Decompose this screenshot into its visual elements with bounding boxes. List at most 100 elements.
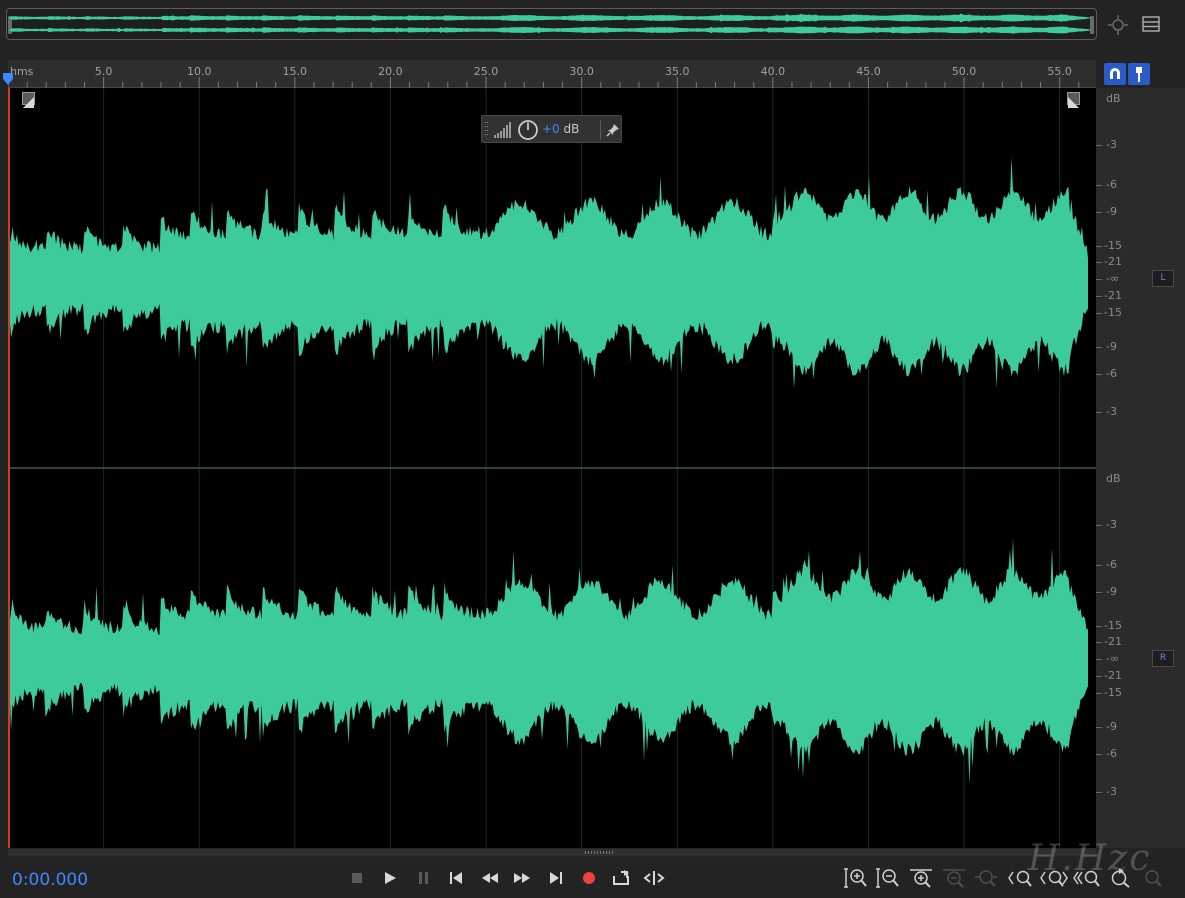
go-to-start-button[interactable] (443, 866, 469, 890)
play-button[interactable] (377, 866, 403, 890)
db-scale-label: -9 (1106, 205, 1117, 218)
zoom-in-time-icon[interactable] (907, 866, 935, 890)
skip-selection-icon (643, 871, 665, 885)
db-unit-label: dB (1106, 472, 1121, 485)
db-scale-label: -9 (1106, 340, 1117, 353)
ruler-tick-label: 50.0 (952, 65, 977, 78)
db-scale-label: -21 (1104, 255, 1122, 268)
db-tick (1096, 412, 1102, 413)
db-tick (1096, 626, 1102, 627)
watermark: H.Hzc (1028, 838, 1152, 879)
ruler-tick-label: 35.0 (665, 65, 690, 78)
grip-dot (603, 851, 604, 854)
pause-button[interactable] (411, 866, 437, 890)
db-tick (1096, 212, 1102, 213)
fade-out-icon (1068, 97, 1079, 108)
current-time-display[interactable]: 0:00.000 (12, 870, 88, 890)
zoom-out-full-icon[interactable] (972, 866, 1000, 890)
db-scale-label: -15 (1104, 686, 1122, 699)
db-tick (1096, 525, 1102, 526)
scrollbar-grip-icon (585, 851, 613, 854)
horizontal-scrollbar[interactable] (8, 848, 1096, 857)
waveform-overview[interactable] (6, 8, 1097, 40)
time-ruler[interactable]: hms 5.0 10.0 15.0 20.0 25.0 30.0 35.0 40.0 45.0 50… (8, 60, 1096, 88)
db-tick (1096, 792, 1102, 793)
ruler-tick-label: 55.0 (1047, 65, 1072, 78)
db-scale-label: -21 (1104, 669, 1122, 682)
grip-dot (597, 851, 598, 854)
marker-toggle-button[interactable] (1128, 63, 1150, 85)
db-tick (1096, 145, 1102, 146)
amplitude-hud[interactable]: +0 dB (481, 115, 622, 143)
channel-right-label[interactable]: R (1152, 650, 1174, 667)
scrollbar-thumb[interactable] (8, 849, 1096, 856)
amplitude-value[interactable]: +0 dB (542, 122, 579, 136)
db-scale-label: -15 (1104, 239, 1122, 252)
playhead-marker-icon[interactable] (2, 72, 14, 86)
ruler-tick-label: 15.0 (283, 65, 308, 78)
stop-button[interactable] (344, 866, 370, 890)
volume-knob-icon[interactable] (517, 119, 539, 141)
snap-toggle-button[interactable] (1104, 63, 1126, 85)
db-tick (1096, 659, 1102, 660)
magnet-icon (1110, 68, 1120, 79)
db-tick (1096, 185, 1102, 186)
grip-dot (585, 851, 586, 854)
db-scale-label: -∞ (1106, 652, 1120, 665)
go-to-end-button[interactable] (543, 866, 569, 890)
zoom-out-amplitude-icon[interactable] (874, 866, 902, 890)
pause-icon (419, 872, 428, 884)
fade-out-handle[interactable] (1067, 92, 1080, 108)
fast-forward-button[interactable] (509, 866, 535, 890)
db-tick (1096, 642, 1102, 643)
db-tick (1096, 676, 1102, 677)
channel-left-label[interactable]: L (1152, 270, 1174, 287)
fade-in-icon (23, 97, 34, 108)
record-button[interactable] (576, 866, 602, 890)
waveform-display[interactable] (8, 88, 1096, 848)
amplitude-scale[interactable]: dB -3 -6 -9 -15 -21 -∞ -21 -15 -9 -6 -3 dB -3 -6 -9 -15 -… (1096, 88, 1185, 848)
go-to-end-icon (550, 872, 562, 884)
grip-dot (594, 851, 595, 854)
marker-pin-icon (1136, 67, 1142, 82)
waveform-left-channel[interactable] (8, 157, 1088, 390)
db-scale-label: -6 (1106, 747, 1117, 760)
ruler-tick-label: 25.0 (474, 65, 499, 78)
db-scale-label: -3 (1106, 405, 1117, 418)
ruler-tick-label: 20.0 (378, 65, 403, 78)
skip-selection-button[interactable] (641, 866, 667, 890)
rewind-icon (482, 873, 498, 883)
zoom-in-amplitude-icon[interactable] (842, 866, 870, 890)
loop-playback-button[interactable] (608, 866, 634, 890)
pin-icon[interactable] (605, 122, 621, 138)
db-tick (1096, 754, 1102, 755)
grip-dot (612, 851, 613, 854)
db-tick (1096, 313, 1102, 314)
rewind-button[interactable] (477, 866, 503, 890)
overview-waveform (9, 13, 1093, 34)
db-scale-label: -∞ (1106, 272, 1120, 285)
stop-icon (352, 873, 362, 883)
db-scale-label: -6 (1106, 178, 1117, 191)
grip-dot (600, 851, 601, 854)
db-tick (1096, 279, 1102, 280)
zoom-out-time-icon[interactable] (940, 866, 968, 890)
overview-right-handle[interactable] (1090, 16, 1094, 34)
level-bars-icon (494, 122, 511, 138)
waveform-right-channel[interactable] (8, 538, 1088, 785)
playhead-line[interactable] (8, 88, 10, 848)
db-scale-label: -9 (1106, 585, 1117, 598)
db-scale-label: -15 (1104, 306, 1122, 319)
db-scale-label: -9 (1106, 720, 1117, 733)
db-tick (1096, 374, 1102, 375)
db-scale-label: -6 (1106, 367, 1117, 380)
zoom-navigator-icon[interactable] (1107, 14, 1129, 36)
fade-in-handle[interactable] (22, 92, 35, 108)
db-tick (1096, 347, 1102, 348)
db-tick (1096, 262, 1102, 263)
hud-drag-grip-icon[interactable] (485, 121, 489, 139)
panel-menu-icon[interactable] (1140, 14, 1162, 34)
db-scale-label: -6 (1106, 558, 1117, 571)
waveform-canvas[interactable] (8, 88, 1096, 848)
loop-playback-icon (613, 870, 629, 885)
